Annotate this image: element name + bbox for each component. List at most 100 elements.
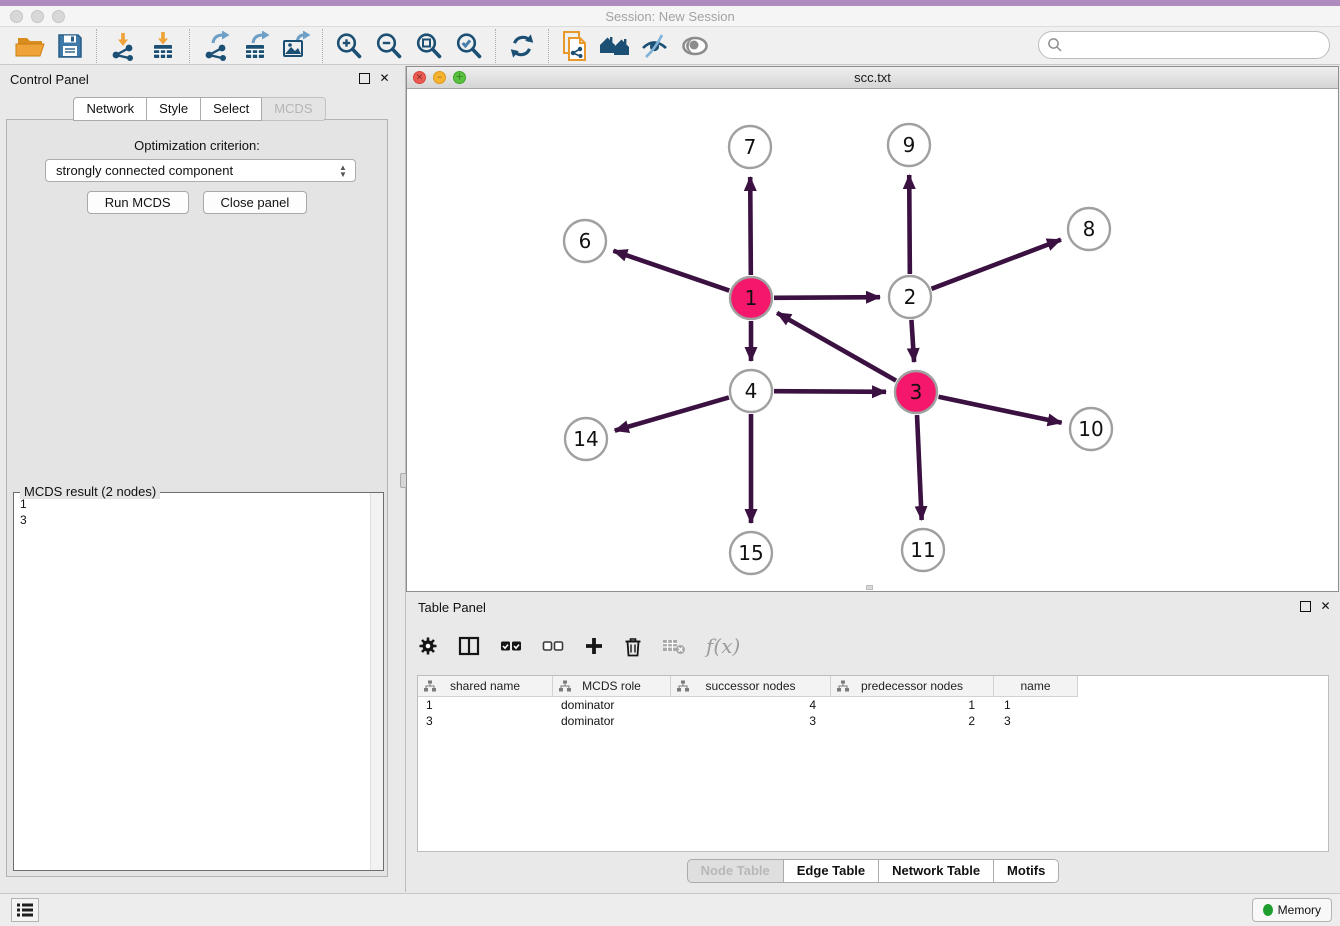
edge-1-2[interactable] <box>774 297 880 298</box>
delete-table-button[interactable] <box>662 637 686 655</box>
table-cell[interactable]: dominator <box>553 697 671 713</box>
edge-3-1[interactable] <box>777 313 896 381</box>
memory-button[interactable]: Memory <box>1252 898 1332 922</box>
column-sort-icon <box>559 680 571 692</box>
delete-column-button[interactable] <box>624 636 642 657</box>
columns-icon <box>458 636 480 656</box>
task-history-button[interactable] <box>11 898 39 922</box>
mcds-result-scrollbar[interactable] <box>370 493 383 870</box>
zoom-selected-icon <box>454 31 484 61</box>
add-column-button[interactable] <box>584 636 604 656</box>
close-panel-button[interactable]: Close panel <box>203 191 308 214</box>
column-view-button[interactable] <box>458 636 480 656</box>
control-panel: Control Panel ✕ NetworkStyleSelectMCDS O… <box>0 66 399 892</box>
column-label: predecessor nodes <box>861 679 963 693</box>
table-cell[interactable]: 3 <box>994 713 1078 729</box>
table-cell[interactable]: 1 <box>418 697 553 713</box>
column-header-successor-nodes[interactable]: successor nodes <box>671 676 831 697</box>
optimization-criterion-select[interactable]: strongly connected component ▲▼ <box>45 159 356 182</box>
table-cell[interactable]: 3 <box>418 713 553 729</box>
tab-network-table[interactable]: Network Table <box>879 859 994 883</box>
mcds-panel: Optimization criterion: strongly connect… <box>6 119 388 877</box>
edge-2-9[interactable] <box>909 175 910 274</box>
import-table-button[interactable] <box>143 29 183 63</box>
refresh-button[interactable] <box>502 29 542 63</box>
graph-node-label-11: 11 <box>910 538 935 562</box>
eye-icon <box>679 31 711 61</box>
tab-select[interactable]: Select <box>201 97 262 121</box>
tab-node-table[interactable]: Node Table <box>687 859 784 883</box>
edge-1-7[interactable] <box>750 177 751 275</box>
toolbar-separator <box>548 29 549 63</box>
table-cell[interactable]: 1 <box>831 697 994 713</box>
open-session-button[interactable] <box>10 29 50 63</box>
node-table[interactable]: shared name MCDS role successor nodes prede… <box>417 675 1329 852</box>
table-cell[interactable]: 2 <box>831 713 994 729</box>
table-cell[interactable]: 4 <box>671 697 831 713</box>
network-from-file-button[interactable] <box>555 29 595 63</box>
show-graphics-button[interactable] <box>675 29 715 63</box>
hide-selected-button[interactable] <box>635 29 675 63</box>
zoom-out-button[interactable] <box>369 29 409 63</box>
table-row[interactable]: 1dominator411 <box>418 697 1328 713</box>
column-header-shared-name[interactable]: shared name <box>418 676 553 697</box>
select-stepper-icon: ▲▼ <box>337 162 349 180</box>
edge-3-10[interactable] <box>939 397 1062 423</box>
float-table-panel-icon[interactable] <box>1300 601 1311 612</box>
close-panel-icon[interactable]: ✕ <box>378 72 391 85</box>
network-canvas-svg[interactable]: 7968124314101511 <box>407 89 1338 591</box>
search-input[interactable] <box>1063 38 1329 53</box>
table-cell[interactable]: dominator <box>553 713 671 729</box>
edge-2-8[interactable] <box>932 240 1061 289</box>
tab-mcds[interactable]: MCDS <box>262 97 325 121</box>
tab-edge-table[interactable]: Edge Table <box>784 859 879 883</box>
edge-3-11[interactable] <box>917 415 922 520</box>
zoom-selected-button[interactable] <box>449 29 489 63</box>
select-all-button[interactable] <box>500 636 522 656</box>
memory-label: Memory <box>1278 903 1321 917</box>
toolbar-separator <box>495 29 496 63</box>
export-network-button[interactable] <box>196 29 236 63</box>
close-table-panel-icon[interactable]: ✕ <box>1319 600 1332 613</box>
settings-gear-button[interactable] <box>418 636 438 656</box>
table-cell[interactable]: 3 <box>671 713 831 729</box>
run-mcds-button[interactable]: Run MCDS <box>87 191 189 214</box>
edge-2-3[interactable] <box>911 320 914 362</box>
network-window-title: scc.txt <box>407 70 1338 85</box>
panel-divider[interactable] <box>399 66 406 892</box>
column-header-MCDS-role[interactable]: MCDS role <box>553 676 671 697</box>
tab-network[interactable]: Network <box>73 97 147 121</box>
tab-motifs[interactable]: Motifs <box>994 859 1059 883</box>
mcds-result-box: MCDS result (2 nodes) 13 <box>13 492 384 871</box>
home-button[interactable] <box>595 29 635 63</box>
export-table-button[interactable] <box>236 29 276 63</box>
toolbar-separator <box>322 29 323 63</box>
zoom-in-button[interactable] <box>329 29 369 63</box>
edge-1-6[interactable] <box>613 251 729 291</box>
import-network-button[interactable] <box>103 29 143 63</box>
export-image-button[interactable] <box>276 29 316 63</box>
column-header-name[interactable]: name <box>994 676 1078 697</box>
tab-style[interactable]: Style <box>147 97 201 121</box>
eye-slash-icon <box>640 31 670 61</box>
function-builder-button[interactable]: f(x) <box>706 634 740 658</box>
edge-4-3[interactable] <box>774 391 886 392</box>
network-resize-grip[interactable] <box>866 585 873 590</box>
deselect-all-button[interactable] <box>542 636 564 656</box>
table-cell[interactable]: 1 <box>994 697 1078 713</box>
mcds-result-list[interactable]: 13 <box>14 493 370 870</box>
zoom-fit-button[interactable] <box>409 29 449 63</box>
edge-4-14[interactable] <box>615 397 729 430</box>
float-panel-icon[interactable] <box>359 73 370 84</box>
table-toolbar: f(x) <box>418 625 740 667</box>
table-panel-title: Table Panel <box>418 600 486 615</box>
save-session-button[interactable] <box>50 29 90 63</box>
column-header-predecessor-nodes[interactable]: predecessor nodes <box>831 676 994 697</box>
plus-icon <box>584 636 604 656</box>
search-box[interactable] <box>1038 31 1330 59</box>
network-window-titlebar[interactable]: ✕ − ＋ scc.txt <box>407 67 1338 89</box>
toolbar-separator <box>96 29 97 63</box>
table-row[interactable]: 3dominator323 <box>418 713 1328 729</box>
graph-node-label-10: 10 <box>1078 417 1103 441</box>
column-label: MCDS role <box>582 679 641 693</box>
